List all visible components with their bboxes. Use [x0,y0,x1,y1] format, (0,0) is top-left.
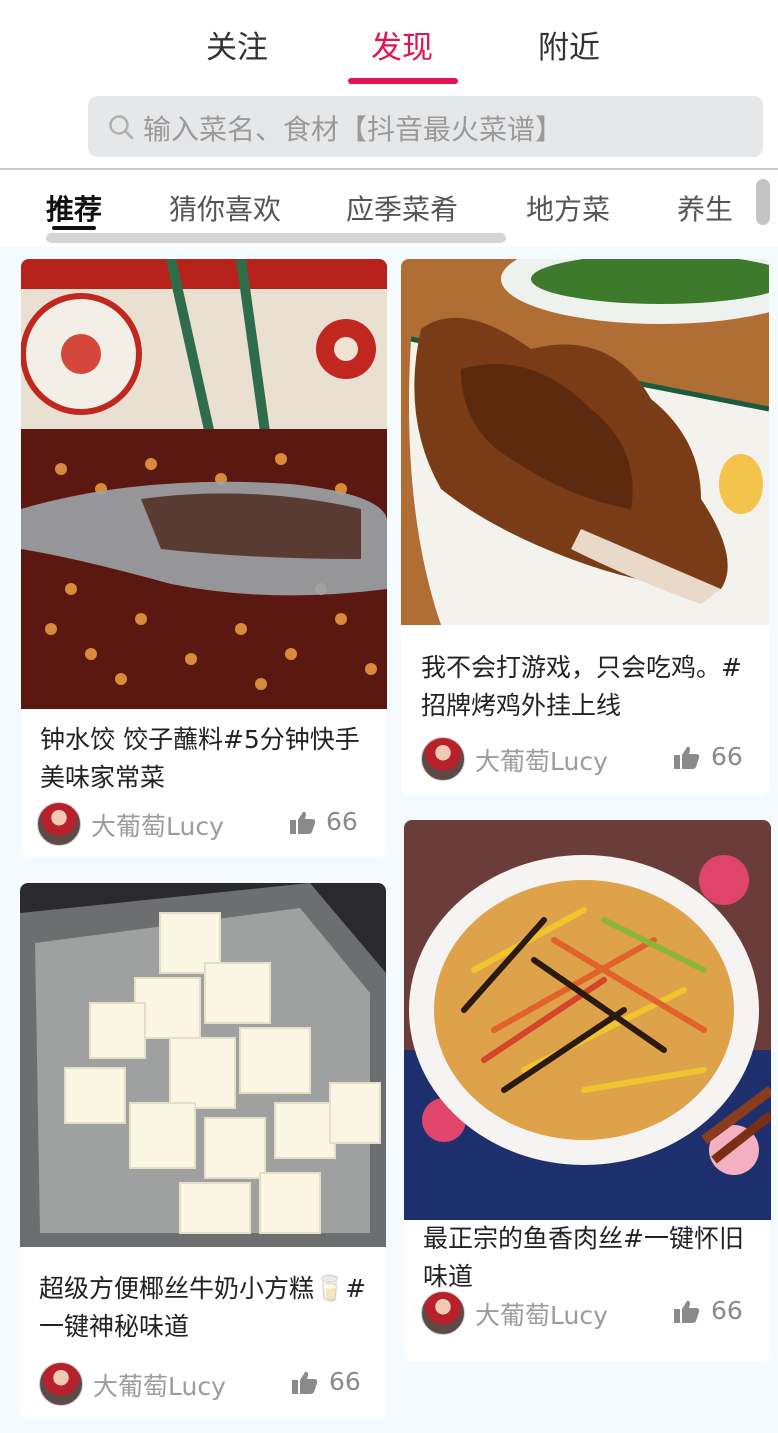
recipe-title[interactable]: 最正宗的鱼香肉丝#一键怀旧味道 [423,1220,763,1296]
author-name[interactable]: 大葡萄Lucy [475,1296,608,1332]
category-health[interactable]: 养生 [677,188,733,228]
author-name[interactable]: 大葡萄Lucy [91,807,224,843]
like-count: 66 [711,1296,743,1325]
recipe-title[interactable]: 钟水饺 饺子蘸料#5分钟快手美味家常菜 [40,721,374,797]
avatar[interactable] [421,1291,465,1335]
recipe-title[interactable]: 我不会打游戏，只会吃鸡。#招牌烤鸡外挂上线 [421,649,761,725]
avatar[interactable] [421,737,465,781]
recipe-card[interactable]: 最正宗的鱼香肉丝#一键怀旧味道 大葡萄Lucy 66 [404,820,771,1361]
category-recommend[interactable]: 推荐 [46,188,102,228]
recipe-card[interactable]: 我不会打游戏，只会吃鸡。#招牌烤鸡外挂上线 大葡萄Lucy 66 [401,259,769,795]
thumbs-up-icon[interactable] [674,745,700,769]
thumbs-up-icon[interactable] [290,810,316,834]
active-tab-indicator [348,78,458,84]
author-name[interactable]: 大葡萄Lucy [93,1367,226,1403]
search-input[interactable]: 输入菜名、食材【抖音最火菜谱】 [88,96,763,157]
recipe-photo-yuxiang-pork[interactable] [404,820,771,1220]
search-icon [109,115,134,140]
recipe-title[interactable]: 超级方便椰丝牛奶小方糕🥛#一键神秘味道 [39,1270,375,1346]
avatar[interactable] [37,802,81,846]
like-count: 66 [329,1367,361,1396]
category-guess-you-like[interactable]: 猜你喜欢 [169,188,281,228]
category-regional[interactable]: 地方菜 [526,188,610,228]
active-category-indicator [52,226,96,230]
tab-nearby[interactable]: 附近 [509,22,629,67]
thumbs-up-icon[interactable] [674,1299,700,1323]
like-count: 66 [711,742,743,771]
recipe-photo-dumpling-sauce[interactable] [21,259,387,709]
horizontal-scrollbar[interactable] [46,233,506,243]
recipe-feed: 钟水饺 饺子蘸料#5分钟快手美味家常菜 大葡萄Lucy 66 我不会打游戏，只会… [0,247,778,1433]
avatar[interactable] [39,1362,83,1406]
category-bar: 推荐 猜你喜欢 应季菜肴 地方菜 养生 [0,170,778,247]
like-count: 66 [326,807,358,836]
recipe-card[interactable]: 钟水饺 饺子蘸料#5分钟快手美味家常菜 大葡萄Lucy 66 [21,259,387,857]
tab-follow[interactable]: 关注 [177,22,297,67]
search-placeholder: 输入菜名、食材【抖音最火菜谱】 [143,113,564,146]
recipe-card[interactable]: 超级方便椰丝牛奶小方糕🥛#一键神秘味道 大葡萄Lucy 66 [20,883,386,1419]
thumbs-up-icon[interactable] [292,1370,318,1394]
tab-discover[interactable]: 发现 [342,22,462,67]
recipe-photo-coconut-cake[interactable] [20,883,386,1247]
top-tab-bar: 关注 发现 附近 [0,0,778,92]
scroll-handle[interactable] [756,179,770,225]
author-name[interactable]: 大葡萄Lucy [475,742,608,778]
recipe-photo-roast-chicken[interactable] [401,259,769,625]
category-seasonal[interactable]: 应季菜肴 [346,188,458,228]
